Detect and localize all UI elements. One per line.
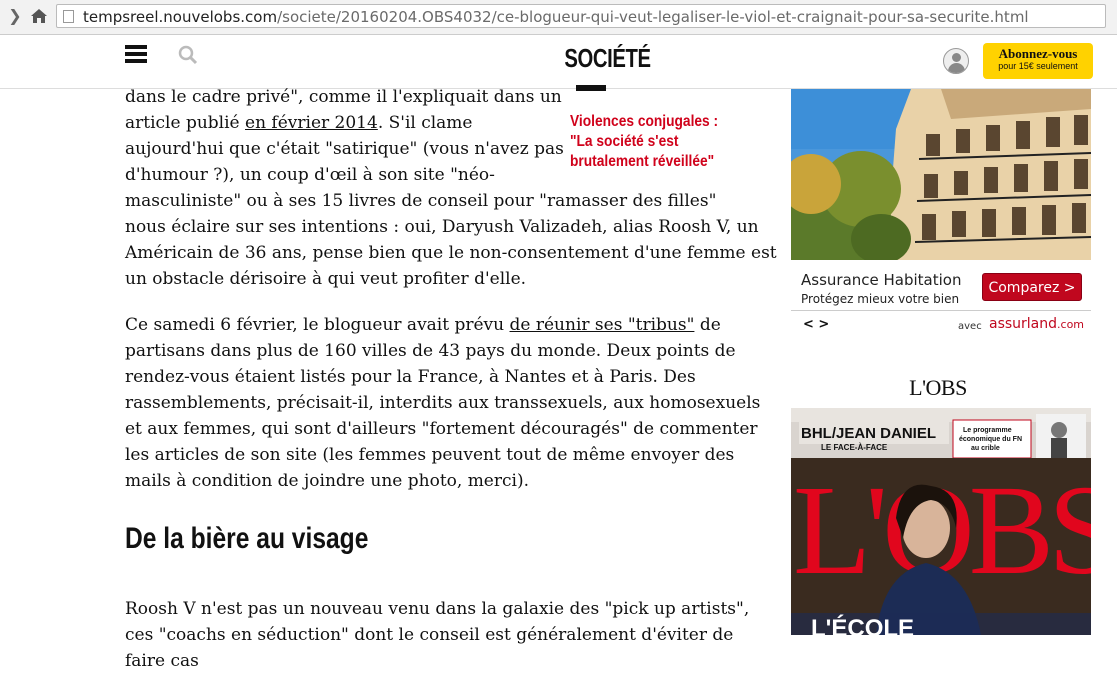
text-span: de partisans dans plus de 160 villes de … [125,315,761,491]
back-arrow-icon[interactable]: ❯ [6,7,24,25]
section-title[interactable]: SOCIÉTÉ [539,43,676,74]
ad-avec-label: avec [958,321,982,332]
magazine-cover[interactable]: BHL/JEAN DANIEL LE FACE-À-FACE Le progra… [791,408,1091,635]
subscribe-price: pour 15€ seulement [998,61,1078,71]
inline-link-fevrier-2014[interactable]: en février 2014 [245,113,378,133]
text-line: Américain de 36 ans, pense bien que le n… [125,243,777,263]
url-text: tempsreel.nouvelobs.com/societe/20160204… [83,7,1029,27]
subscribe-label: Abonnez-vous [998,46,1078,61]
magazine-logo[interactable]: L'OBS [903,375,973,401]
url-domain: tempsreel.nouvelobs.com [83,8,278,26]
ad-brand-suffix: .com [1057,318,1085,331]
compare-button[interactable]: Comparez > [982,273,1082,301]
text-span: . S'il clame [377,113,473,133]
svg-text:au crible: au crible [971,445,1000,452]
home-icon[interactable] [30,7,48,25]
ad-brand-logo: assurland.com [989,316,1084,332]
article-paragraph: Roosh V n'est pas un nouveau venu dans l… [125,599,750,671]
svg-text:L'ÉCOLE: L'ÉCOLE [811,614,914,635]
related-article-link[interactable]: Violences conjugales : "La société s'est… [570,112,725,172]
site-header: SOCIÉTÉ Abonnez-vous pour 15€ seulement [0,35,1117,89]
browser-toolbar: ❯ tempsreel.nouvelobs.com/societe/201602… [0,0,1117,35]
ad-subtitle: Protégez mieux votre bien [801,292,960,306]
article-paragraph: Ce samedi 6 février, le blogueur avait p… [125,312,775,494]
text-line: dans le cadre privé", comme il l'expliqu… [125,87,562,107]
related-thumbnail-edge [576,85,606,91]
url-path: /societe/20160204.OBS4032/ce-blogueur-qu… [277,8,1029,26]
text-span: Ce samedi 6 février, le blogueur avait p… [125,315,510,335]
inline-link-tribus[interactable]: de réunir ses "tribus" [510,315,695,335]
svg-text:BHL/JEAN DANIEL: BHL/JEAN DANIEL [801,425,936,442]
article-subheading: De la bière au visage [125,522,369,555]
divider [791,310,1091,311]
search-icon[interactable] [177,44,199,66]
user-account-icon[interactable] [943,48,969,74]
text-line: masculiniste" ou à ses 15 livres de cons… [125,191,717,211]
text-line: nous éclaire sur ses intentions : oui, D… [125,217,759,237]
text-line: un obstacle dérisoire à qui veut profite… [125,269,527,289]
ad-building-image [791,89,1091,260]
address-bar[interactable]: tempsreel.nouvelobs.com/societe/20160204… [56,4,1106,28]
subscribe-button[interactable]: Abonnez-vous pour 15€ seulement [983,43,1093,79]
ad-title: Assurance Habitation [801,271,962,289]
ad-brand-name: assurland [989,316,1058,332]
ad-carousel-arrows[interactable]: < > [803,317,829,332]
svg-text:LE FACE-À-FACE: LE FACE-À-FACE [821,443,888,452]
svg-text:Le programme: Le programme [963,427,1012,434]
insurance-ad[interactable]: Assurance Habitation Protégez mieux votr… [791,89,1091,341]
page-icon [63,10,74,23]
menu-icon[interactable] [125,45,147,63]
text-span: article publié [125,113,246,133]
svg-text:économique du FN: économique du FN [959,436,1022,443]
